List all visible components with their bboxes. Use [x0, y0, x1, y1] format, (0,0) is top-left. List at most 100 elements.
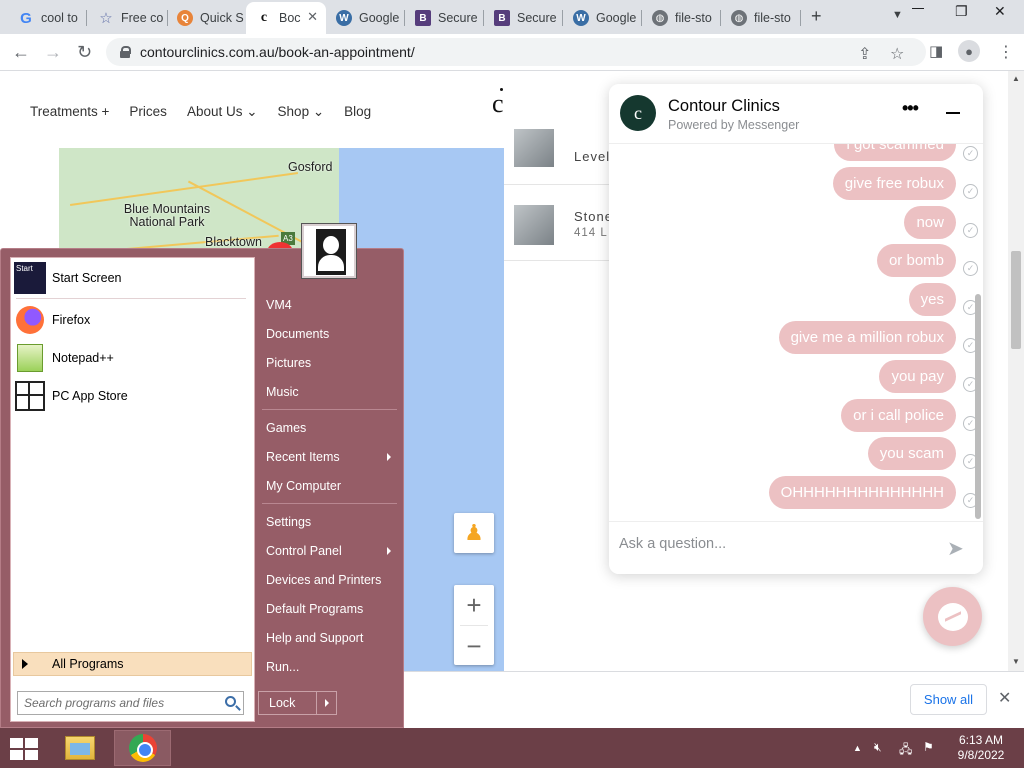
start-link-recent-items[interactable]: Recent Items	[266, 450, 340, 464]
page-scrollbar[interactable]: ▲ ▼	[1008, 71, 1024, 671]
start-menu-programs: Start Start Screen Firefox Notepad++ PC …	[10, 257, 255, 722]
start-link-games[interactable]: Games	[266, 421, 306, 435]
volume-muted-icon[interactable]: 🔇︎	[874, 740, 882, 755]
app-store-icon	[14, 380, 46, 412]
start-link-pictures[interactable]: Pictures	[266, 356, 311, 370]
pegman-icon[interactable]: ♟	[454, 513, 494, 553]
chat-header: c Contour Clinics Powered by Messenger •…	[609, 84, 983, 144]
start-link-vm4[interactable]: VM4	[266, 298, 292, 312]
send-icon[interactable]: ➤	[947, 536, 964, 561]
start-link-devices-printers[interactable]: Devices and Printers	[266, 573, 381, 587]
tab-9[interactable]: ◍ file-sto	[642, 4, 720, 32]
profile-icon[interactable]: ●	[958, 40, 980, 62]
network-icon[interactable]: 🖧︎	[899, 740, 912, 761]
start-link-documents[interactable]: Documents	[266, 327, 329, 341]
nav-treatments[interactable]: Treatments +	[30, 104, 109, 120]
tab-6[interactable]: B Secure	[405, 4, 483, 32]
bootstrap-icon: B	[494, 10, 510, 26]
menu-kebab-icon[interactable]: ⋮	[998, 42, 1014, 62]
tab-1[interactable]: G cool to	[8, 4, 84, 32]
firefox-icon	[14, 304, 46, 336]
start-search-input[interactable]	[24, 696, 214, 710]
sent-check-icon: ✓	[963, 184, 978, 199]
show-all-button[interactable]: Show all	[910, 684, 987, 715]
windows-start-icon[interactable]	[10, 738, 38, 760]
start-search-box[interactable]	[17, 691, 244, 715]
forward-icon[interactable]: →	[44, 42, 62, 63]
tab-5[interactable]: W Google	[326, 4, 404, 32]
start-item-start-screen[interactable]: Start Start Screen	[14, 261, 121, 295]
start-item-firefox[interactable]: Firefox	[14, 303, 90, 337]
nav-prices[interactable]: Prices	[129, 104, 167, 120]
start-link-run[interactable]: Run...	[266, 660, 299, 674]
map-label-blue-mountains: Blue Mountains National Park	[123, 202, 211, 229]
tab-3[interactable]: Q Quick S	[167, 4, 245, 32]
chat-message-input[interactable]	[619, 536, 919, 552]
all-programs-button[interactable]: All Programs	[13, 652, 252, 676]
nav-blog[interactable]: Blog	[344, 104, 371, 120]
wordpress-icon: W	[573, 10, 589, 26]
start-link-help-support[interactable]: Help and Support	[266, 631, 363, 645]
side-panel-icon[interactable]: ◨	[929, 42, 943, 60]
restore-icon[interactable]: ❐	[955, 3, 968, 20]
zoom-out-icon[interactable]: −	[454, 626, 494, 666]
start-link-my-computer[interactable]: My Computer	[266, 479, 341, 493]
zoom-in-icon[interactable]: +	[454, 585, 494, 625]
new-tab-icon[interactable]: +	[811, 6, 822, 27]
submenu-arrow-icon	[387, 547, 391, 555]
start-item-app-store[interactable]: PC App Store	[14, 379, 128, 413]
wordpress-icon: W	[336, 10, 352, 26]
start-link-settings[interactable]: Settings	[266, 515, 311, 529]
taskbar-chrome[interactable]	[114, 730, 171, 766]
show-hidden-icons-icon[interactable]: ▲	[853, 743, 862, 753]
nav-shop[interactable]: Shop ⌄	[278, 104, 325, 120]
user-avatar[interactable]	[302, 224, 356, 278]
clinic-avatar: c	[620, 95, 656, 131]
chevron-down-icon: ⌄	[312, 104, 325, 119]
minimize-icon[interactable]	[912, 8, 924, 9]
close-icon[interactable]: ✕	[998, 688, 1011, 708]
tab-10[interactable]: ◍ file-sto	[721, 4, 799, 32]
address-bar[interactable]: contourclinics.com.au/book-an-appointmen…	[106, 38, 926, 66]
lock-button[interactable]: Lock	[258, 691, 337, 715]
start-link-control-panel[interactable]: Control Panel	[266, 544, 342, 558]
location-card[interactable]: Level	[504, 109, 624, 185]
expand-arrow-icon	[22, 659, 28, 669]
messenger-chat-window: i got scammed ✓ give free robux ✓ now ✓ …	[609, 84, 983, 574]
chat-message: yes	[908, 283, 956, 316]
location-card[interactable]: Stone 414 L	[504, 185, 624, 261]
more-options-icon[interactable]: •••	[902, 98, 919, 119]
tab-active[interactable]: c Boc ✕	[246, 2, 326, 34]
tab-2[interactable]: ☆ Free co	[88, 4, 166, 32]
reload-icon[interactable]: ↻	[77, 42, 92, 63]
start-link-default-programs[interactable]: Default Programs	[266, 602, 363, 616]
chat-title: Contour Clinics	[668, 97, 780, 115]
messenger-launcher-button[interactable]	[923, 587, 982, 646]
scrollbar-thumb[interactable]	[1011, 251, 1021, 349]
lock-icon[interactable]	[120, 46, 131, 58]
chat-scrollbar[interactable]	[975, 294, 981, 519]
minimize-chat-icon[interactable]	[946, 112, 960, 114]
start-menu: Start Start Screen Firefox Notepad++ PC …	[0, 224, 404, 728]
nav-about-us[interactable]: About Us ⌄	[187, 104, 258, 120]
close-window-icon[interactable]: ✕	[994, 3, 1006, 20]
site-logo[interactable]: c	[492, 88, 504, 119]
tab-search-icon[interactable]: ▼	[892, 9, 903, 21]
close-tab-icon[interactable]: ✕	[307, 9, 318, 25]
start-link-music[interactable]: Music	[266, 385, 299, 399]
search-icon[interactable]	[225, 696, 236, 707]
chat-message: or i call police	[841, 399, 956, 432]
map-zoom-control: + −	[454, 585, 494, 665]
share-icon[interactable]: ⇪	[858, 44, 871, 64]
back-icon[interactable]: ←	[12, 42, 30, 63]
system-clock[interactable]: 6:13 AM 9/8/2022	[952, 733, 1010, 763]
tab-7[interactable]: B Secure	[484, 4, 562, 32]
bookmark-star-icon[interactable]: ☆	[890, 44, 904, 64]
url-text[interactable]: contourclinics.com.au/book-an-appointmen…	[140, 44, 415, 60]
start-item-notepad[interactable]: Notepad++	[14, 341, 114, 375]
action-center-icon[interactable]: ⚑	[923, 740, 934, 754]
chat-messages[interactable]: i got scammed ✓ give free robux ✓ now ✓ …	[609, 144, 983, 520]
taskbar-file-explorer[interactable]	[51, 730, 108, 766]
power-options-arrow-icon[interactable]	[325, 699, 329, 707]
tab-8[interactable]: W Google	[563, 4, 641, 32]
